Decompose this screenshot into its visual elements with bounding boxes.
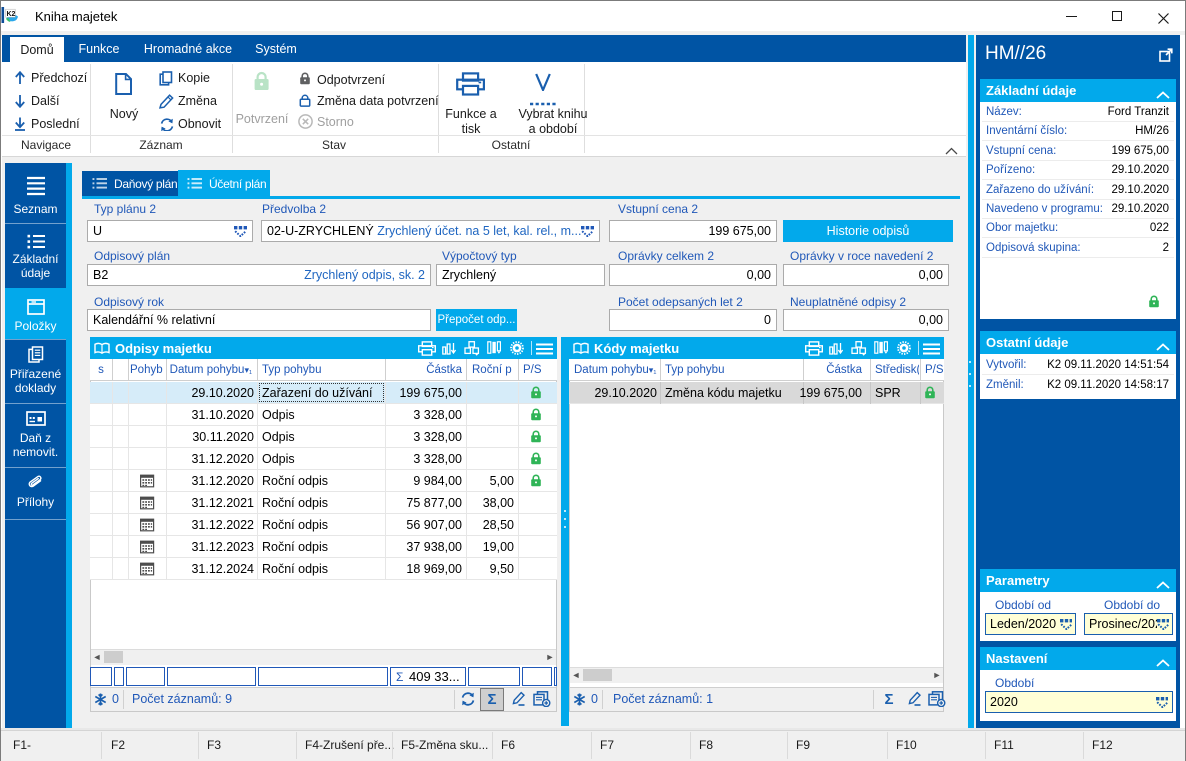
svg-text:K2: K2 (7, 11, 16, 18)
